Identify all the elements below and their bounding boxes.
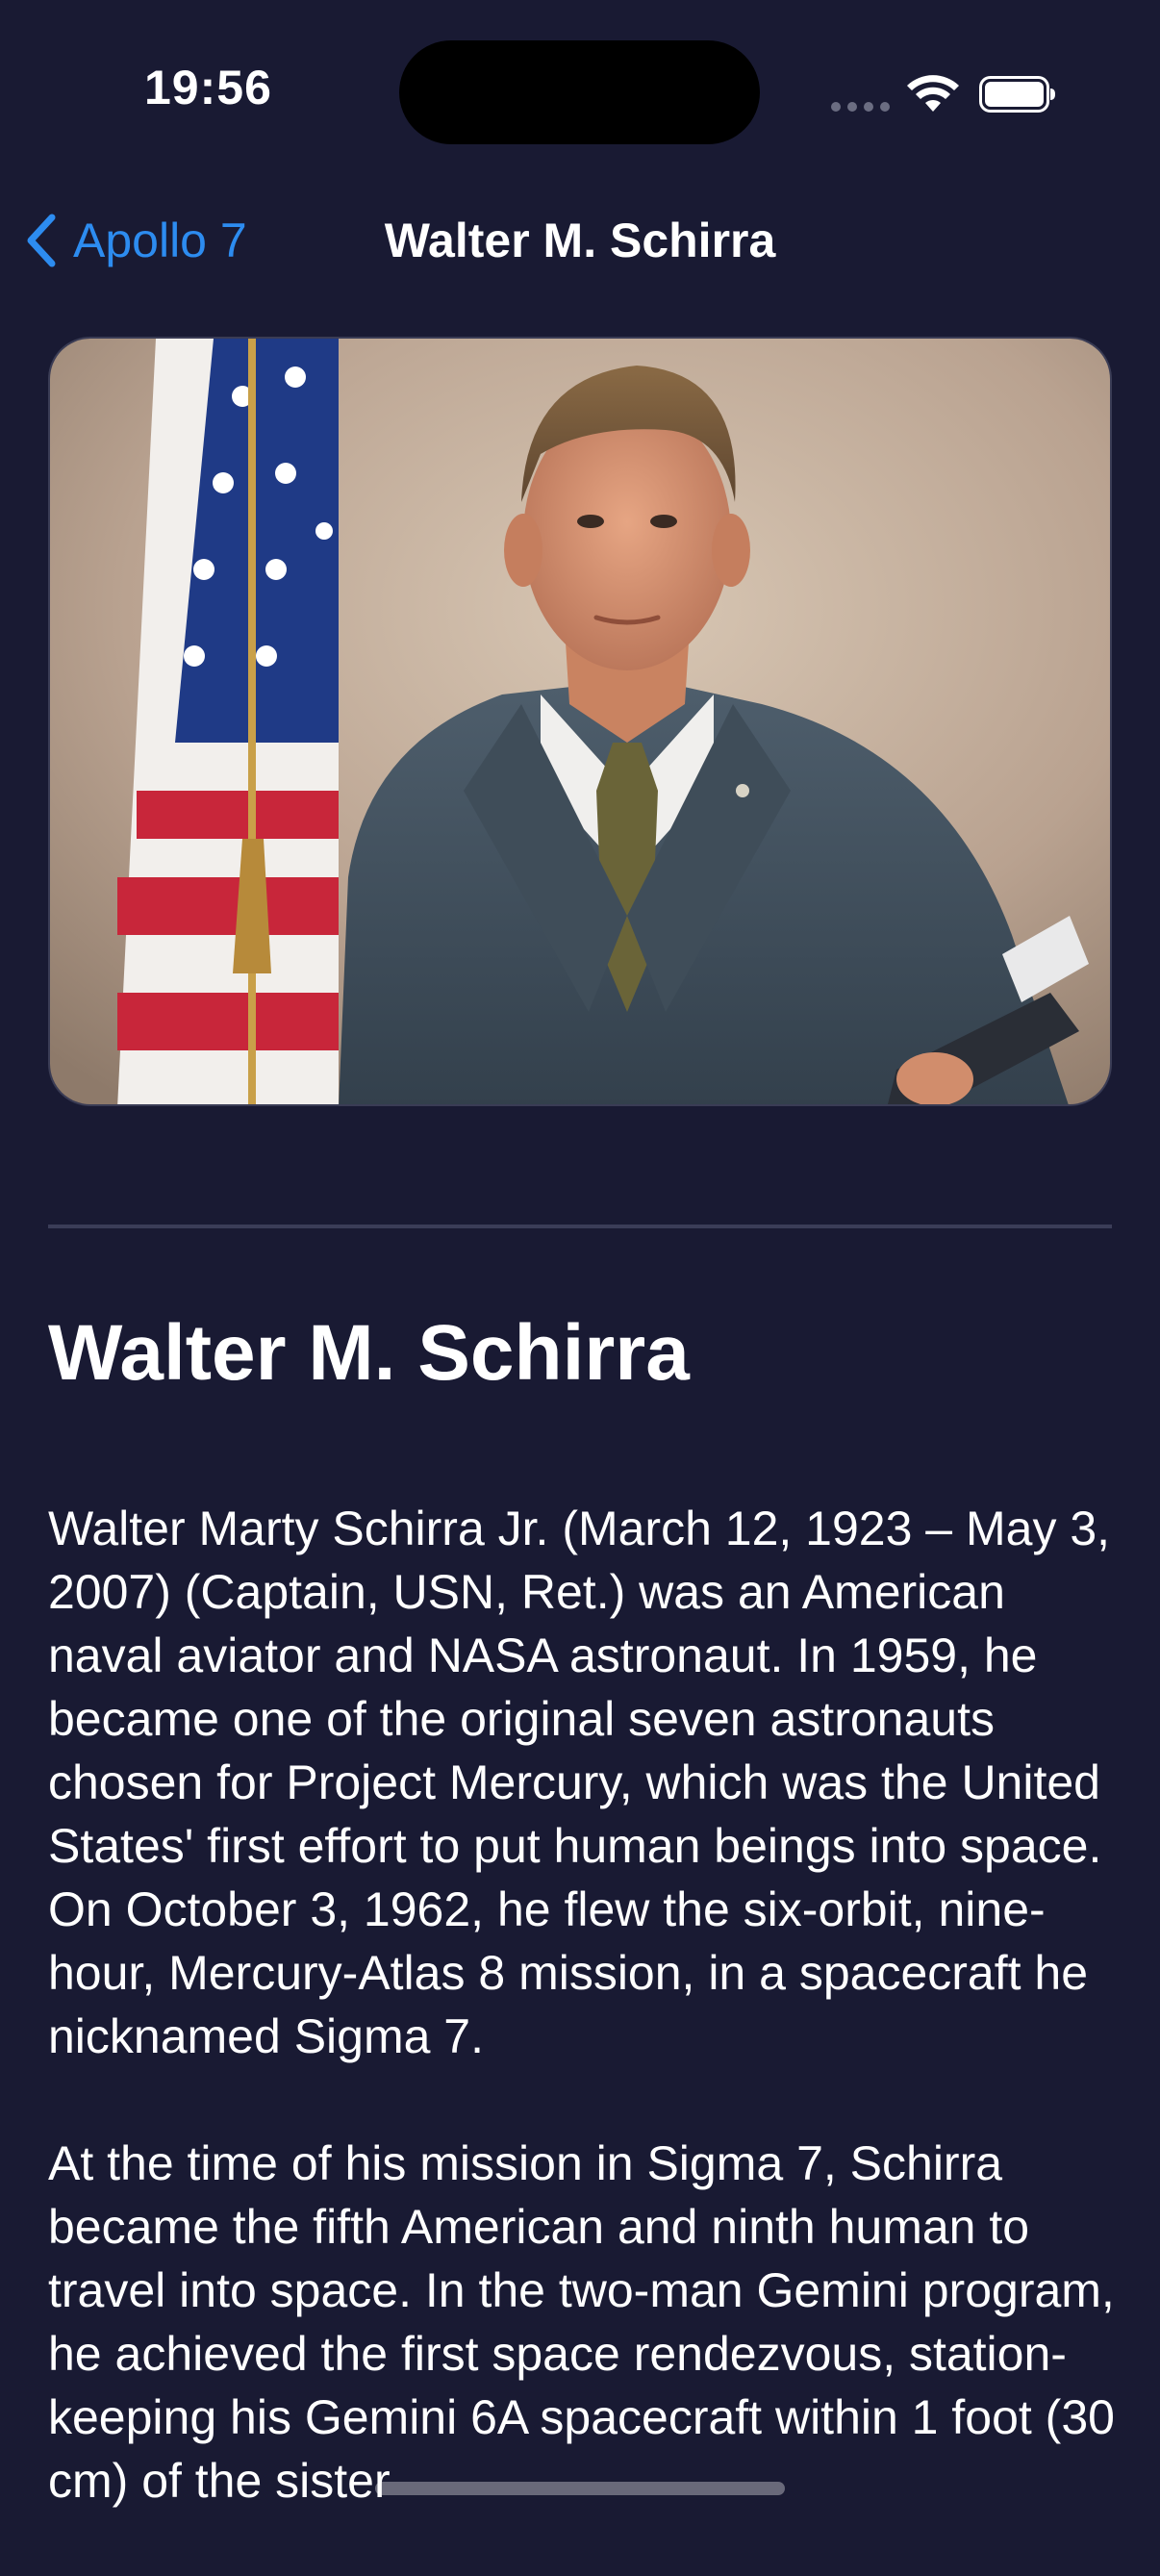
status-bar: 19:56 [0, 0, 1160, 183]
home-indicator[interactable] [375, 2482, 785, 2495]
dynamic-island [399, 40, 760, 144]
astronaut-portrait [48, 337, 1112, 1106]
biography: Walter Marty Schirra Jr. (March 12, 1923… [48, 1497, 1116, 2576]
battery-icon [979, 76, 1055, 113]
bio-paragraph: At the time of his mission in Sigma 7, S… [48, 2136, 1115, 2508]
wifi-icon [907, 75, 959, 112]
back-button[interactable]: Apollo 7 [23, 202, 247, 279]
status-time: 19:56 [144, 61, 272, 114]
section-divider [48, 1225, 1112, 1228]
navigation-bar: Walter M. Schirra Apollo 7 [0, 183, 1160, 327]
chevron-left-icon [27, 214, 56, 267]
bio-paragraph: Walter Marty Schirra Jr. (March 12, 1923… [48, 1502, 1111, 2063]
back-button-label: Apollo 7 [73, 214, 247, 267]
astronaut-name-heading: Walter M. Schirra [48, 1309, 690, 1397]
cellular-signal-icon [831, 102, 890, 112]
